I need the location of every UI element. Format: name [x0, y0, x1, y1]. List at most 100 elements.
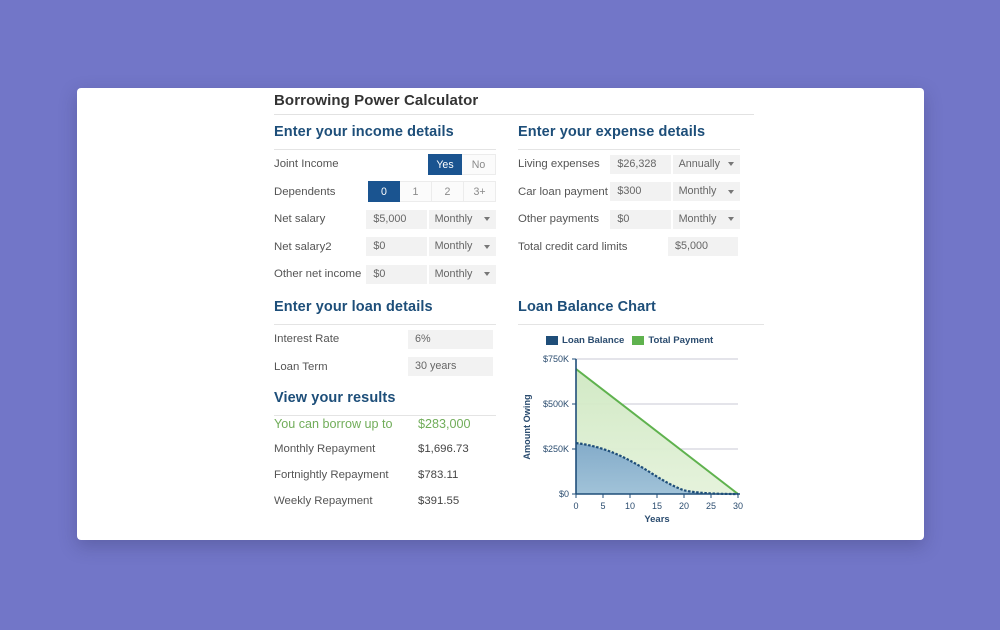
chevron-down-icon: [727, 217, 734, 222]
chart-x-axis-title: Years: [644, 514, 669, 525]
other-net-income-row: Other net income $0 Monthly: [274, 261, 496, 288]
other-net-income-frequency-select[interactable]: Monthly: [428, 264, 496, 284]
credit-card-limits-row: Total credit card limits $5,000: [518, 234, 740, 261]
dependents-option-0[interactable]: 0: [368, 181, 400, 203]
ytick-250k: $250K: [543, 444, 569, 454]
result-value-monthly: $1,696.73: [418, 443, 469, 455]
other-net-income-label: Other net income: [274, 268, 362, 281]
calculator-card: Borrowing Power Calculator Enter your in…: [77, 88, 924, 540]
legend-item-total-payment: Total Payment: [632, 335, 713, 346]
dependents-option-2[interactable]: 2: [432, 181, 464, 203]
legend-label-loan-balance: Loan Balance: [562, 335, 625, 346]
dependents-label: Dependents: [274, 185, 336, 198]
chevron-down-icon: [727, 189, 734, 194]
chevron-down-icon: [483, 272, 490, 277]
result-row-monthly: Monthly Repayment $1,696.73: [274, 443, 496, 468]
car-loan-payment-input[interactable]: $300: [610, 182, 671, 202]
other-payments-frequency-select[interactable]: Monthly: [672, 209, 740, 229]
chart-divider: [518, 324, 764, 325]
joint-income-option-yes[interactable]: Yes: [428, 153, 462, 175]
result-value-fortnightly: $783.11: [418, 469, 459, 481]
interest-rate-label: Interest Rate: [274, 333, 340, 346]
joint-income-row: Joint Income Yes No: [274, 151, 496, 178]
xtick-0: 0: [573, 501, 578, 511]
xtick-30: 30: [733, 501, 743, 511]
chart-x-tick-labels: 0 5 10 15 20 25 30: [573, 501, 743, 511]
loan-term-input[interactable]: 30 years: [408, 357, 493, 377]
living-expenses-input[interactable]: $26,328: [610, 154, 671, 174]
page-root: Borrowing Power Calculator Enter your in…: [0, 0, 1000, 630]
net-salary2-frequency-value: Monthly: [434, 240, 473, 253]
interest-rate-input[interactable]: 6%: [408, 329, 493, 349]
other-net-income-input[interactable]: $0: [366, 264, 427, 284]
car-loan-payment-row: Car loan payment $300 Monthly: [518, 179, 740, 206]
result-row-borrow-limit: You can borrow up to $283,000: [274, 417, 496, 442]
calculator-content: Borrowing Power Calculator Enter your in…: [274, 88, 764, 540]
xtick-25: 25: [706, 501, 716, 511]
legend-item-loan-balance: Loan Balance: [546, 335, 624, 346]
ytick-750k: $750K: [543, 354, 569, 364]
net-salary-row: Net salary $5,000 Monthly: [274, 206, 496, 233]
chart-section: Loan Balance Chart Loan Balance Total Pa…: [518, 299, 764, 525]
result-row-fortnightly: Fortnightly Repayment $783.11: [274, 469, 496, 494]
results-divider: [274, 415, 496, 416]
net-salary-frequency-select[interactable]: Monthly: [428, 209, 496, 229]
other-payments-input[interactable]: $0: [610, 209, 671, 229]
other-payments-label: Other payments: [518, 213, 600, 226]
xtick-15: 15: [652, 501, 662, 511]
result-label-fortnightly: Fortnightly Repayment: [274, 469, 389, 481]
net-salary2-label: Net salary2: [274, 240, 332, 253]
loan-balance-chart: Loan Balance Total Payment $750K $500K $…: [518, 335, 764, 525]
car-loan-payment-label: Car loan payment: [518, 185, 608, 198]
results-heading: View your results: [274, 390, 396, 406]
result-row-weekly: Weekly Repayment $391.55: [274, 495, 496, 520]
loan-term-label: Loan Term: [274, 360, 328, 373]
joint-income-toggle[interactable]: Yes No: [428, 153, 496, 175]
living-expenses-frequency-select[interactable]: Annually: [672, 154, 740, 174]
loan-term-row: Loan Term 30 years: [274, 354, 496, 381]
credit-card-limits-label: Total credit card limits: [518, 240, 628, 253]
chevron-down-icon: [727, 162, 734, 167]
legend-label-total-payment: Total Payment: [648, 335, 714, 346]
chart-y-axis-title: Amount Owing: [522, 394, 532, 459]
net-salary-input[interactable]: $5,000: [366, 209, 427, 229]
interest-rate-row: Interest Rate 6%: [274, 326, 496, 353]
xtick-5: 5: [600, 501, 605, 511]
legend-swatch-icon-total-payment: [632, 336, 645, 345]
title-divider: [274, 114, 754, 115]
chart-heading: Loan Balance Chart: [518, 299, 656, 315]
expense-divider: [518, 149, 740, 150]
car-loan-payment-frequency-value: Monthly: [678, 185, 717, 198]
net-salary2-frequency-select[interactable]: Monthly: [428, 237, 496, 257]
chevron-down-icon: [483, 244, 490, 249]
result-value-weekly: $391.55: [418, 495, 460, 507]
other-net-income-frequency-value: Monthly: [434, 267, 473, 280]
result-label-borrow-limit: You can borrow up to: [274, 417, 393, 431]
result-value-borrow-limit: $283,000: [418, 417, 471, 431]
living-expenses-row: Living expenses $26,328 Annually: [518, 151, 740, 178]
living-expenses-label: Living expenses: [518, 158, 600, 171]
living-expenses-frequency-value: Annually: [678, 157, 720, 170]
other-payments-row: Other payments $0 Monthly: [518, 206, 740, 233]
joint-income-label: Joint Income: [274, 158, 339, 171]
net-salary-frequency-value: Monthly: [434, 212, 473, 225]
dependents-option-1[interactable]: 1: [400, 181, 432, 203]
dependents-row: Dependents 0 1 2 3+: [274, 179, 496, 206]
xtick-20: 20: [679, 501, 689, 511]
result-label-weekly: Weekly Repayment: [274, 495, 373, 507]
legend-swatch-icon-loan-balance: [546, 336, 558, 345]
joint-income-option-no[interactable]: No: [462, 153, 496, 175]
chart-canvas: $750K $500K $250K $0 0 5 10 15 20 25 30 …: [522, 354, 743, 525]
net-salary2-input[interactable]: $0: [366, 237, 427, 257]
page-title: Borrowing Power Calculator: [274, 92, 479, 109]
ytick-0: $0: [559, 489, 569, 499]
income-section: Enter your income details Joint Income Y…: [274, 124, 496, 288]
dependents-option-3plus[interactable]: 3+: [464, 181, 496, 203]
dependents-toggle[interactable]: 0 1 2 3+: [368, 181, 496, 203]
loan-heading: Enter your loan details: [274, 299, 433, 315]
expense-section: Enter your expense details Living expens…: [518, 124, 740, 260]
car-loan-payment-frequency-select[interactable]: Monthly: [672, 182, 740, 202]
net-salary2-row: Net salary2 $0 Monthly: [274, 234, 496, 261]
credit-card-limits-input[interactable]: $5,000: [668, 237, 738, 257]
income-heading: Enter your income details: [274, 124, 454, 140]
